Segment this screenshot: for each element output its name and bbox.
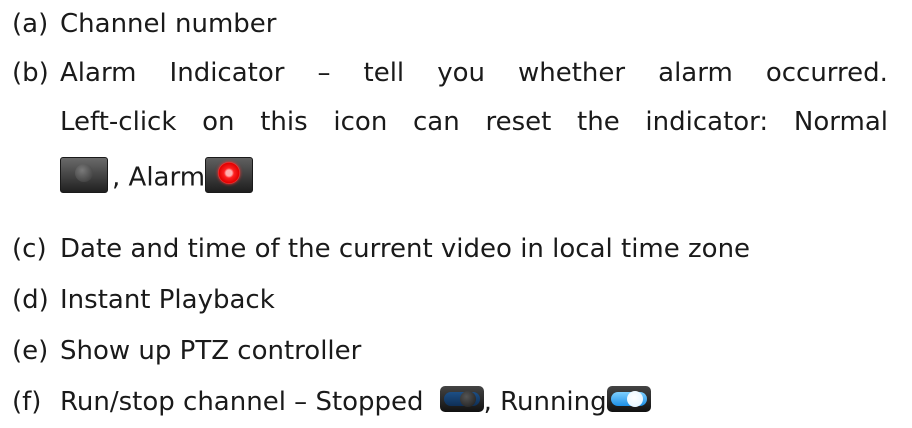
item-text: Run/stop channel – Stopped: [60, 387, 424, 417]
list-marker: (f): [12, 387, 42, 417]
item-b-line-2: Left-click on this icon can reset the in…: [60, 105, 888, 139]
channel-stopped-icon: [439, 385, 484, 412]
item-text: Show up PTZ controller: [60, 336, 362, 366]
alarm-indicator-icon: [205, 157, 254, 193]
word: the: [577, 107, 620, 137]
item-text: Channel number: [60, 9, 277, 39]
word: whether: [518, 58, 626, 88]
list-item-f: (f) Run/stop channel – Stopped , Running: [12, 385, 888, 419]
list-marker: (a): [12, 9, 49, 39]
list-item-c: (c) Date and time of the current video in…: [12, 232, 888, 266]
running-separator: , Running: [483, 387, 607, 417]
word: Left-click: [60, 107, 177, 137]
item-b-line-1: Alarm Indicator – tell you whether alarm…: [60, 56, 888, 90]
word: you: [437, 58, 485, 88]
item-text: Date and time of the current video in lo…: [60, 234, 751, 264]
word: can: [413, 107, 460, 137]
list-marker: (c): [12, 234, 47, 264]
word: indicator:: [645, 107, 769, 137]
item-b-line-3: , Alarm: [60, 157, 888, 196]
list-marker: (e): [12, 336, 49, 366]
list-item-d: (d) Instant Playback: [12, 283, 888, 317]
channel-running-icon: [606, 385, 651, 412]
word: occurred.: [765, 58, 888, 88]
word: alarm: [658, 58, 733, 88]
normal-indicator-icon: [60, 157, 108, 193]
word: reset: [485, 107, 552, 137]
list-marker: (d): [12, 285, 49, 315]
word: on: [202, 107, 235, 137]
word: Normal: [793, 107, 888, 137]
word: –: [317, 58, 331, 88]
alarm-separator: , Alarm: [112, 162, 206, 193]
word: this: [260, 107, 308, 137]
word: Alarm: [60, 58, 137, 88]
list-item-a: (a) Channel number: [12, 7, 888, 41]
word: tell: [363, 58, 405, 88]
item-text: Instant Playback: [60, 285, 275, 315]
word: Indicator: [169, 58, 285, 88]
list-marker: (b): [12, 58, 49, 88]
list-item-e: (e) Show up PTZ controller: [12, 334, 888, 368]
document-page: (a) Channel number (b) Alarm Indicator – …: [0, 0, 912, 428]
word: icon: [333, 107, 388, 137]
